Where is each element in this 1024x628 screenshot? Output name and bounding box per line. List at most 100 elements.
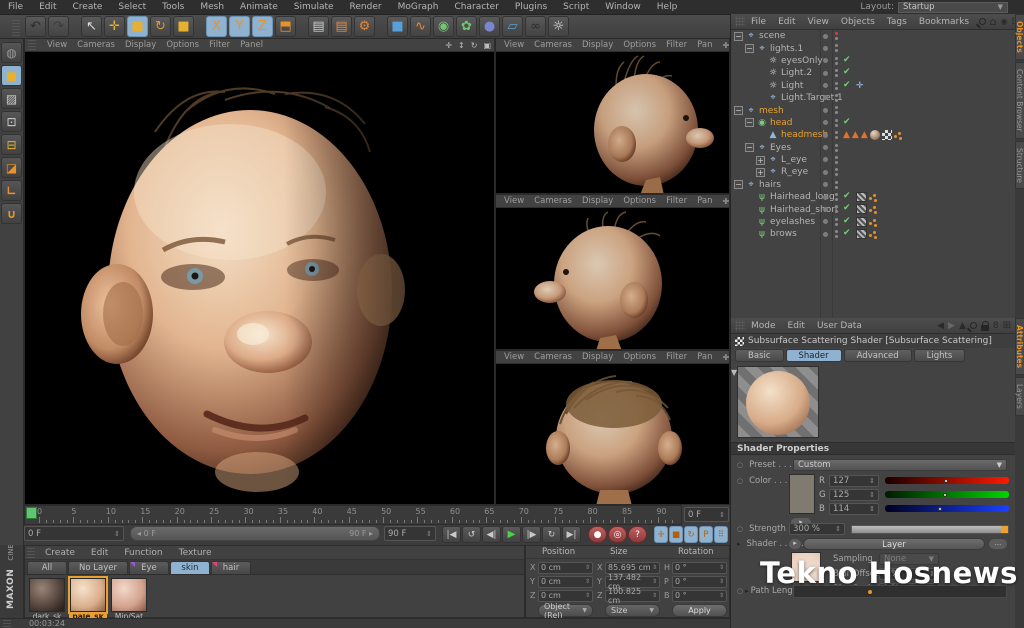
viewport-canvas-right-bottom[interactable] (496, 364, 729, 504)
hatch-tag-icon[interactable] (856, 229, 867, 240)
goto-start-button[interactable]: |◀ (442, 526, 461, 543)
menu-display[interactable]: Display (120, 40, 161, 50)
visibility-dots[interactable] (835, 93, 838, 104)
tree-row-eyelashes[interactable]: ψ eyelashes ✔ (731, 216, 1015, 228)
enabled-check-icon[interactable]: ✔ (843, 67, 851, 77)
layer-dot[interactable] (823, 231, 828, 237)
coord-field-position-y[interactable]: 0 cm ⇕ (538, 575, 593, 588)
enabled-check-icon[interactable]: ✔ (843, 80, 851, 90)
viewport-canvas-right-middle[interactable] (496, 208, 729, 349)
goto-end-button[interactable]: ▶| (562, 526, 581, 543)
menu-pan[interactable]: Pan (692, 352, 717, 362)
tree-row-eyesonly[interactable]: ☼ eyesOnly ✔ (731, 55, 1015, 67)
strength-slider[interactable] (851, 525, 1009, 534)
phong-tag-icon[interactable] (869, 192, 878, 203)
texture-mode[interactable]: ▨ (1, 88, 22, 109)
coord-field-size-z[interactable]: 100.825 cm ⇕ (605, 587, 660, 605)
shader-preview[interactable] (737, 366, 819, 438)
coord-field-rotation-h[interactable]: 0 ° ⇕ (672, 561, 727, 574)
autokeying-button[interactable]: ◎ (608, 526, 627, 543)
stepper-icon[interactable]: ⇕ (114, 530, 120, 538)
enabled-check-icon[interactable]: ✔ (843, 203, 851, 213)
history-forward-icon[interactable]: ▶ (948, 321, 955, 331)
menu-plugins[interactable]: Plugins (507, 2, 555, 12)
phong-tag-icon[interactable] (869, 229, 878, 240)
phong-tag-icon[interactable] (869, 217, 878, 227)
slider-knob[interactable] (942, 492, 947, 497)
viewport-canvas-right-top[interactable] (496, 52, 729, 193)
gradient-knot[interactable] (868, 590, 873, 594)
layer-tab-no-layer[interactable]: No Layer (68, 561, 128, 574)
expander-icon[interactable]: − (734, 180, 743, 190)
add-spline[interactable]: ∿ (410, 16, 431, 37)
stepper-icon[interactable]: ⇕ (719, 578, 724, 585)
expander-icon[interactable]: + (756, 167, 765, 177)
menu-character[interactable]: Character (446, 2, 506, 12)
layer-dot[interactable] (823, 70, 828, 76)
apply-button[interactable]: Apply (672, 604, 727, 617)
enabled-check-icon[interactable]: ✔ (843, 117, 851, 127)
menu-edit[interactable]: Edit (83, 548, 116, 558)
expander-icon[interactable]: − (734, 31, 743, 41)
layer-dot[interactable] (823, 145, 828, 151)
tree-row-lights-1[interactable]: − ⌖ lights.1 (731, 42, 1015, 54)
layer-dot[interactable] (823, 107, 828, 113)
layer-dot[interactable] (823, 120, 828, 126)
pan-view-icon[interactable]: ✛ (723, 353, 730, 362)
hatch-tag-icon[interactable] (856, 192, 867, 203)
stepper-icon[interactable]: ⇕ (835, 525, 841, 533)
channel-slider-g[interactable] (885, 491, 1009, 498)
layer-dot[interactable] (823, 45, 828, 51)
visibility-dots[interactable] (835, 118, 838, 129)
tree-row-r-eye[interactable]: + ⌖ R_eye (731, 166, 1015, 178)
tree-row-scene[interactable]: − ⌖ scene (731, 30, 1015, 42)
visibility-icon[interactable]: ◉ (1001, 17, 1008, 26)
stepper-icon[interactable]: ⇕ (585, 592, 590, 599)
visibility-dots[interactable] (835, 131, 838, 141)
channel-value-field[interactable]: 127 ⇕ (829, 475, 879, 487)
model-mode[interactable]: ■ (1, 65, 22, 86)
visibility-dots[interactable] (835, 193, 838, 203)
tab-basic[interactable]: Basic (735, 349, 784, 362)
panel-tab-layers[interactable]: Layers (1015, 377, 1024, 416)
material-mip-sat[interactable]: Mip/Sat (110, 578, 148, 622)
stepper-icon[interactable]: ⇕ (585, 564, 590, 571)
panel-tab-structure[interactable]: Structure (1015, 140, 1024, 190)
section-header[interactable]: Shader Properties (731, 442, 1015, 455)
key-rotation-toggle[interactable]: ↻ (684, 526, 698, 543)
visibility-dots[interactable] (835, 32, 838, 42)
menu-view[interactable]: View (499, 196, 529, 206)
expander-icon[interactable]: + (756, 155, 765, 165)
hatch-tag-icon[interactable] (856, 204, 867, 215)
menu-function[interactable]: Function (116, 548, 170, 558)
coord-field-position-z[interactable]: 0 cm ⇕ (538, 589, 593, 602)
menu-mograph[interactable]: MoGraph (390, 2, 447, 12)
edge-mode[interactable]: ⊟ (1, 134, 22, 155)
menu-animate[interactable]: Animate (232, 2, 286, 12)
menu-edit[interactable]: Edit (772, 17, 801, 27)
menu-pan[interactable]: Pan (692, 196, 717, 206)
lock-z-axis[interactable]: Z (252, 16, 273, 37)
add-primitive-cube[interactable]: ■ (387, 16, 408, 37)
menu-edit[interactable]: Edit (782, 321, 811, 331)
search-icon[interactable] (969, 322, 977, 329)
key-parameter-toggle[interactable]: P (699, 526, 713, 543)
menu-options[interactable]: Options (618, 40, 661, 50)
layer-dot[interactable] (823, 132, 828, 138)
play-reverse-button[interactable]: ↺ (462, 526, 481, 543)
menu-texture[interactable]: Texture (171, 548, 220, 558)
undo-button[interactable]: ↶ (25, 16, 46, 37)
menu-panel[interactable]: Panel (235, 40, 268, 50)
snap-magnet[interactable]: ∪ (1, 203, 22, 224)
key-scale-toggle[interactable]: ■ (669, 526, 683, 543)
render-picture-viewer[interactable]: ▤ (331, 16, 352, 37)
layer-dot[interactable] (823, 169, 828, 175)
lock-icon[interactable] (980, 320, 990, 331)
visibility-dots[interactable] (835, 155, 838, 166)
add-light[interactable]: ☼ (548, 16, 569, 37)
tree-row-light[interactable]: ☼ Light ✔ ✛ (731, 80, 1015, 92)
stepper-icon[interactable]: ⇕ (869, 477, 875, 485)
viewport-grip[interactable] (28, 40, 36, 50)
preview-range-slider[interactable]: ◂ 0 F 90 F ▸ (130, 526, 380, 541)
pan-view-icon[interactable]: ✛ (445, 41, 452, 50)
